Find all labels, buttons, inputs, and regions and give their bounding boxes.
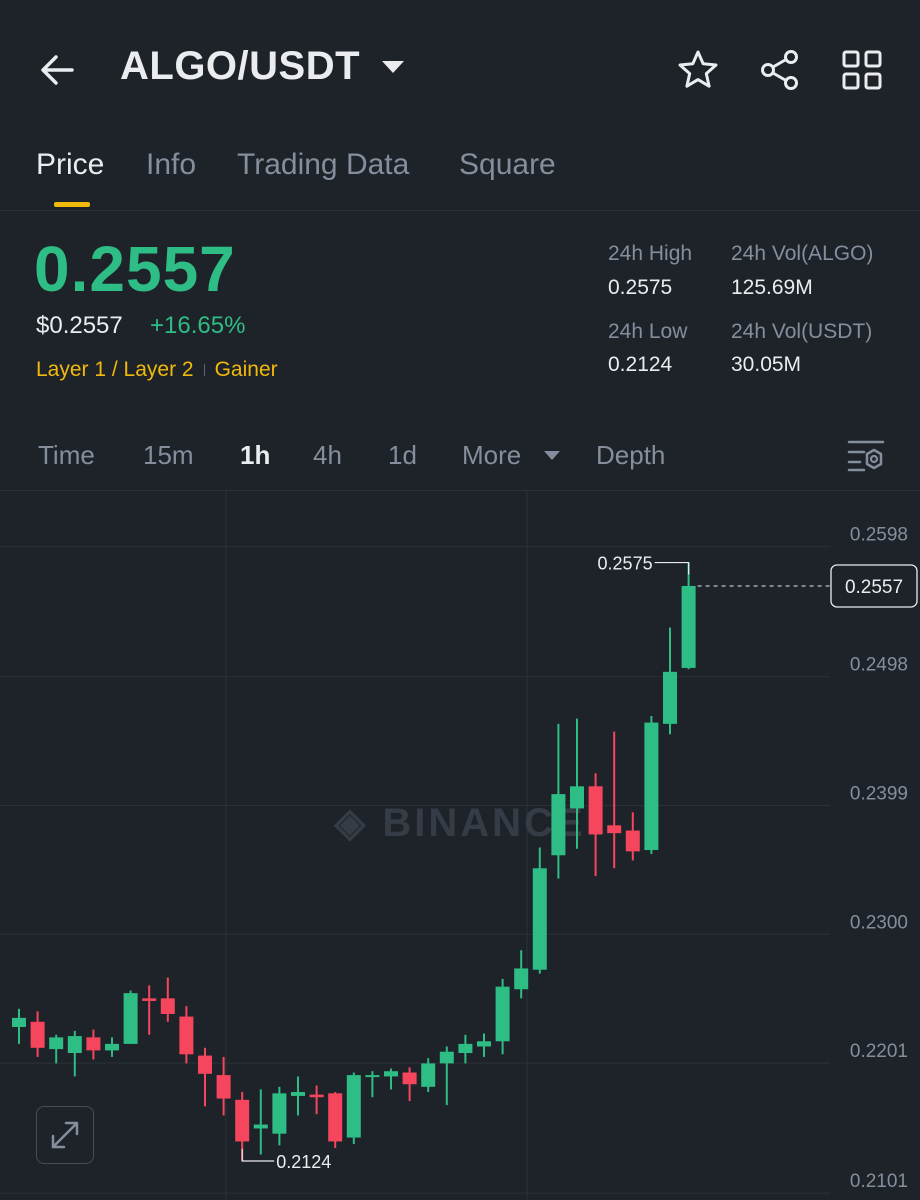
- candle-body: [12, 1017, 26, 1027]
- candlestick-chart[interactable]: 0.2598 0.2498 0.2399 0.2300 0.2201 0.2101 ◈ BI…: [0, 491, 920, 1200]
- chevron-down-icon: [382, 60, 405, 73]
- tab-info[interactable]: Info: [146, 148, 196, 182]
- timeframe-1h[interactable]: 1h: [240, 440, 270, 471]
- candle-body: [253, 1124, 268, 1129]
- candle-body: [458, 1043, 473, 1053]
- price-change: +16.65%: [150, 312, 246, 339]
- candle-body: [105, 1043, 119, 1051]
- candle-body: [291, 1092, 305, 1096]
- tab-trading-data[interactable]: Trading Data: [237, 148, 409, 182]
- usd-price: $0.2557: [36, 312, 123, 339]
- candle-body: [570, 786, 584, 809]
- y-axis-tick: 0.2101: [850, 1171, 908, 1192]
- candle-body: [30, 1021, 45, 1048]
- candle-body: [272, 1093, 287, 1134]
- last-price-label: 0.2557: [845, 577, 903, 598]
- high-marker-line: [654, 561, 690, 575]
- tab-bar: Price Info Trading Data Square: [0, 140, 920, 211]
- candle-body: [514, 968, 529, 990]
- star-icon[interactable]: [674, 46, 722, 94]
- candle-body: [365, 1075, 380, 1078]
- candle-body: [67, 1036, 82, 1053]
- low-label: 24h Low: [608, 320, 688, 343]
- y-axis-tick: 0.2399: [850, 784, 908, 805]
- vol-base-value: 125.69M: [731, 276, 813, 299]
- fullscreen-button[interactable]: [36, 1106, 94, 1164]
- back-arrow-icon[interactable]: [36, 48, 80, 92]
- timeframe-more[interactable]: More: [462, 440, 521, 471]
- candle-body: [644, 722, 659, 851]
- high-marker-label: 0.2575: [598, 554, 653, 574]
- low-value: 0.2124: [608, 353, 673, 376]
- candle-body: [86, 1037, 101, 1051]
- tab-price[interactable]: Price: [36, 148, 104, 182]
- vol-quote-label: 24h Vol(USDT): [731, 320, 873, 343]
- vol-base-label: 24h Vol(ALGO): [731, 242, 874, 265]
- timeframe-time[interactable]: Time: [38, 440, 95, 471]
- tag-gainer[interactable]: Gainer: [215, 358, 278, 382]
- candle-body: [402, 1072, 417, 1085]
- candle-body: [439, 1051, 454, 1064]
- tab-square[interactable]: Square: [459, 148, 556, 182]
- candle-body: [495, 986, 510, 1042]
- candle-body: [588, 786, 603, 835]
- candle-body: [309, 1094, 324, 1098]
- timeframe-4h[interactable]: 4h: [313, 440, 342, 471]
- watermark: ◈ BINANCE: [333, 801, 585, 845]
- timeframe-1d[interactable]: 1d: [388, 440, 417, 471]
- tag-layer[interactable]: Layer 1 / Layer 2: [36, 358, 194, 382]
- share-icon[interactable]: [756, 46, 804, 94]
- candle-body: [179, 1016, 194, 1055]
- expand-icon: [51, 1121, 79, 1149]
- candle-body: [235, 1099, 250, 1142]
- y-axis-tick: 0.2598: [850, 525, 908, 546]
- vol-quote-value: 30.05M: [731, 353, 802, 376]
- y-axis-tick: 0.2300: [850, 912, 908, 933]
- active-tab-indicator: [54, 202, 90, 207]
- y-axis-tick: 0.2201: [850, 1041, 908, 1062]
- tag-separator: [203, 364, 205, 376]
- candle-body: [198, 1055, 212, 1074]
- depth-toggle[interactable]: Depth: [596, 440, 665, 471]
- candle-body: [216, 1075, 231, 1099]
- candle-body: [532, 868, 547, 970]
- category-tags: Layer 1 / Layer 2 Gainer: [36, 358, 278, 382]
- high-value: 0.2575: [608, 276, 673, 299]
- chart-settings-icon[interactable]: [846, 438, 886, 474]
- candle-body: [477, 1041, 491, 1047]
- top-bar: ALGO/USDT: [0, 0, 920, 140]
- candle-body: [346, 1075, 361, 1138]
- y-axis-tick: 0.2498: [850, 655, 908, 676]
- pair-title: ALGO/USDT: [120, 44, 361, 88]
- pair-selector[interactable]: ALGO/USDT: [120, 44, 405, 89]
- last-price: 0.2557: [34, 233, 236, 305]
- low-marker-label: 0.2124: [276, 1152, 331, 1172]
- candle-body: [663, 671, 677, 724]
- candle-body: [681, 585, 696, 668]
- candle-body: [607, 825, 622, 834]
- more-chevron-down-icon: [544, 451, 560, 460]
- timeframe-15m[interactable]: 15m: [143, 440, 194, 471]
- candle-body: [49, 1037, 64, 1050]
- candle-body: [384, 1071, 398, 1077]
- high-label: 24h High: [608, 242, 693, 265]
- candle-body: [421, 1063, 436, 1087]
- grid-icon[interactable]: [838, 46, 886, 94]
- candle-body: [551, 794, 566, 856]
- candle-body: [625, 830, 640, 852]
- candle-body: [328, 1093, 343, 1142]
- candle-body: [160, 998, 175, 1014]
- candle-body: [142, 998, 157, 1001]
- low-marker-line: [241, 1148, 275, 1162]
- candle-body: [123, 993, 138, 1044]
